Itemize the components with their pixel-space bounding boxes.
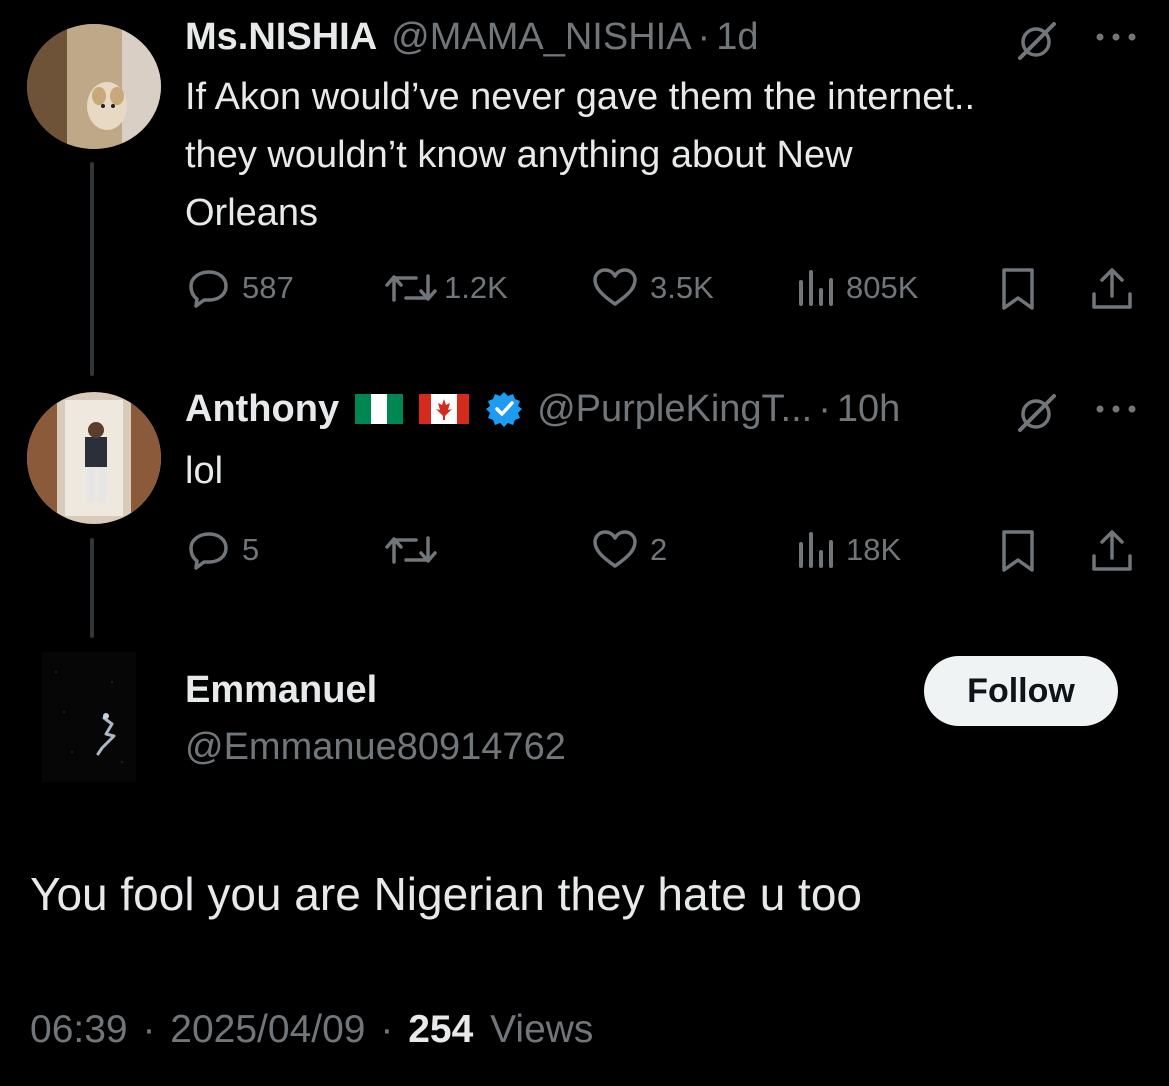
reply-button[interactable]: 587: [188, 268, 294, 308]
views-count: 254: [408, 1008, 474, 1051]
tweet-text-line: If Akon would’ve never gave them the int…: [185, 76, 976, 118]
heart-icon: [593, 530, 637, 568]
views-button[interactable]: 805K: [796, 268, 918, 308]
tweet-header: Ms.NISHIA @MAMA_NISHIA · 1d: [185, 14, 758, 60]
views-count: 805K: [846, 270, 919, 305]
bookmark-icon[interactable]: [999, 528, 1037, 574]
post-text: You fool you are Nigerian they hate u to…: [30, 868, 862, 920]
analytics-icon: [799, 532, 833, 568]
post-time[interactable]: 06:39: [30, 1008, 128, 1051]
verified-badge-icon[interactable]: [485, 390, 523, 428]
tweet-header: Anthony @PurpleKingT... · 10h: [185, 386, 900, 432]
share-icon[interactable]: [1090, 266, 1134, 312]
separator-dot: ·: [142, 1008, 156, 1051]
repost-count: 1.2K: [444, 270, 508, 305]
reply-icon: [189, 270, 228, 308]
thread-connector: [90, 162, 94, 376]
tweet-text-line: lol: [185, 450, 224, 492]
like-count: 2: [650, 532, 668, 567]
analytics-icon: [799, 270, 833, 306]
tweet-time[interactable]: 10h: [837, 386, 900, 432]
author-name[interactable]: Emmanuel: [185, 667, 566, 713]
separator-dot: ·: [380, 1008, 394, 1051]
tweet-text-line: Orleans: [185, 192, 319, 234]
separator-dot: ·: [818, 388, 831, 430]
views-count: 18K: [846, 532, 902, 567]
reply-count: 5: [242, 532, 260, 567]
author-name[interactable]: Ms.NISHIA: [185, 14, 377, 60]
heart-icon: [593, 268, 637, 306]
reply-button[interactable]: 5: [188, 530, 259, 570]
author-name[interactable]: Anthony: [185, 386, 339, 432]
tweet-text-line: they wouldn’t know anything about New: [185, 134, 853, 176]
like-button[interactable]: 2: [592, 530, 667, 570]
avatar-ms-nishia[interactable]: [27, 24, 161, 149]
repost-button[interactable]: [384, 530, 438, 570]
like-count: 3.5K: [650, 270, 714, 305]
follow-button[interactable]: Follow: [924, 656, 1118, 726]
more-icon[interactable]: [1093, 402, 1139, 416]
main-post-author: Emmanuel @Emmanue80914762: [185, 667, 566, 770]
tweet-text: lol: [185, 442, 223, 500]
avatar-emmanuel[interactable]: [42, 652, 136, 782]
views-button[interactable]: 18K: [796, 530, 901, 570]
more-icon[interactable]: [1093, 30, 1139, 44]
author-handle[interactable]: @PurpleKingT...: [537, 386, 812, 432]
like-button[interactable]: 3.5K: [592, 268, 714, 308]
tweet-text: If Akon would’ve never gave them the int…: [185, 68, 975, 242]
grok-icon[interactable]: [1014, 18, 1060, 64]
post-metadata: 06:39 · 2025/04/09 · 254 Views: [30, 1005, 593, 1055]
repost-icon: [385, 274, 437, 302]
separator-dot: ·: [697, 16, 711, 58]
tweet-time[interactable]: 1d: [716, 14, 758, 60]
canada-flag: [419, 394, 470, 424]
post-date[interactable]: 2025/04/09: [170, 1008, 365, 1051]
thread-connector: [90, 538, 94, 638]
share-icon[interactable]: [1090, 528, 1134, 574]
avatar-anthony[interactable]: [27, 392, 161, 524]
bookmark-icon[interactable]: [999, 266, 1037, 312]
reply-icon: [189, 532, 228, 570]
grok-icon[interactable]: [1014, 390, 1060, 436]
repost-button[interactable]: 1.2K: [384, 268, 508, 308]
repost-icon: [385, 536, 437, 564]
author-handle[interactable]: @Emmanue80914762: [185, 724, 566, 770]
nigeria-flag: [355, 394, 404, 424]
views-label: Views: [490, 1008, 594, 1051]
author-handle[interactable]: @MAMA_NISHIA: [391, 14, 691, 60]
reply-count: 587: [242, 270, 294, 305]
